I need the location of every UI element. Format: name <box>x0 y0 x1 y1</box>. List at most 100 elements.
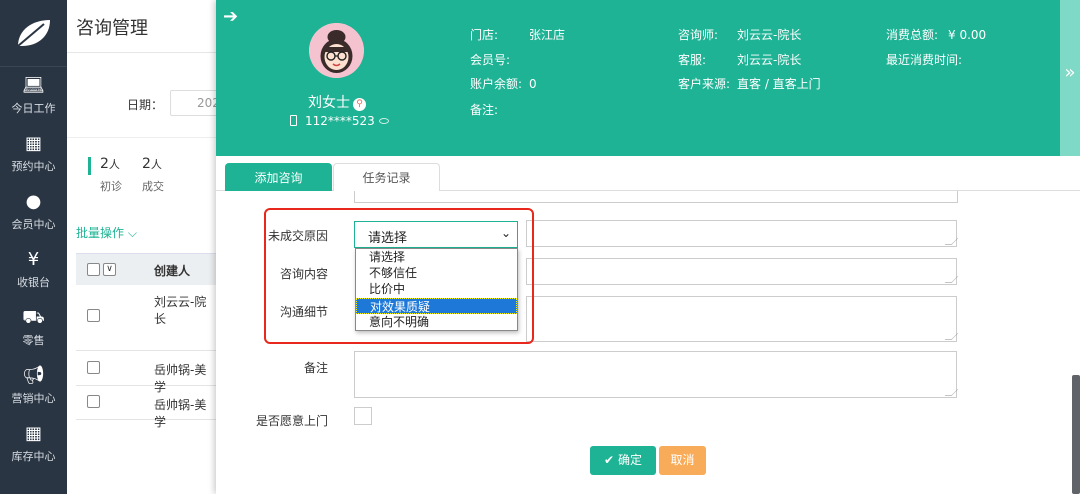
creator-cell: 岳帅锅-美学 <box>154 398 207 429</box>
nav-label: 收银台 <box>17 276 50 289</box>
nav-inventory[interactable]: ▦ 库存中心 <box>0 415 67 473</box>
dropdown-option[interactable]: 比价中 <box>356 281 517 297</box>
customer-name-text: 刘女士 <box>308 95 350 111</box>
dropdown-option[interactable]: 不够信任 <box>356 265 517 281</box>
info-service: 客服: 刘云云-院长 <box>678 51 801 68</box>
info-value: 张江店 <box>529 28 566 42</box>
avatar-illustration <box>309 23 364 78</box>
phone-text: 112****523 <box>305 114 375 128</box>
eye-icon[interactable] <box>378 118 389 124</box>
info-value: 刘云云-院长 <box>737 53 802 67</box>
table-row: 岳帅锅-美学 <box>76 386 217 429</box>
consultation-content-field[interactable] <box>526 258 959 285</box>
dropdown-option-highlighted[interactable]: 对效果质疑 <box>356 297 517 314</box>
content-label: 咨询内容 <box>279 267 328 281</box>
info-label: 备注: <box>470 103 499 117</box>
stat-unit: 人 <box>108 158 120 171</box>
cancel-button[interactable]: 取消 <box>659 446 706 475</box>
resize-grip-icon <box>944 389 959 396</box>
consultation-drawer: ➔ 刘女士 ⚲ 112****523 门店: 张江店 会员号: 账户余额: 0 备注:… <box>216 0 1080 494</box>
info-member-no: 会员号: <box>470 51 529 68</box>
stat-label: 初诊 <box>100 180 122 193</box>
info-label: 消费总额: <box>886 28 939 42</box>
check-icon: ✔ <box>604 453 615 467</box>
detail-label: 沟通细节 <box>279 305 328 319</box>
info-consultant: 咨询师: 刘云云-院长 <box>678 26 801 43</box>
batch-label: 批量操作 <box>76 226 125 240</box>
tab-task-records[interactable]: 任务记录 <box>333 163 440 191</box>
stat-deal: 2人 成交 <box>142 156 164 194</box>
customer-phone: 112****523 <box>290 114 389 128</box>
reason-select-value: 请选择 <box>368 231 408 246</box>
stat-first-visit: 2人 初诊 <box>100 156 122 194</box>
scrollbar[interactable] <box>1072 375 1080 494</box>
nav-label: 营销中心 <box>11 392 56 405</box>
column-header-creator: 创建人 <box>154 264 191 278</box>
arrow-right-icon[interactable]: ➔ <box>223 6 238 27</box>
dropdown-option[interactable]: 请选择 <box>356 249 517 265</box>
resize-grip-icon <box>944 276 959 283</box>
expand-panel[interactable]: » <box>1060 0 1080 156</box>
nav-label: 预约中心 <box>11 160 56 173</box>
grid-icon: ▦ <box>24 423 42 444</box>
customer-name: 刘女士 ⚲ <box>308 92 366 112</box>
page-title: 咨询管理 <box>76 18 148 39</box>
info-label: 门店: <box>470 28 499 42</box>
nav-today-work[interactable]: 💻︎ 今日工作 <box>0 67 67 125</box>
previous-field[interactable] <box>354 191 958 203</box>
chevron-down-icon: ⌄ <box>500 226 511 240</box>
info-source: 客户来源: 直客 / 直客上门 <box>678 75 821 92</box>
nav-label: 今日工作 <box>11 102 56 115</box>
nav-appointments[interactable]: ▦ 预约中心 <box>0 125 67 183</box>
batch-actions-dropdown[interactable]: 批量操作 ⌵ <box>76 224 137 241</box>
visit-checkbox[interactable] <box>354 407 372 425</box>
info-store: 门店: 张江店 <box>470 26 565 43</box>
creator-cell: 刘云云-院长 <box>154 295 207 326</box>
double-chevron-right-icon: » <box>1064 62 1076 83</box>
info-label: 客服: <box>678 53 707 67</box>
reason-label: 未成交原因 <box>267 229 328 243</box>
row-checkbox[interactable] <box>87 395 100 408</box>
laptop-icon: 💻︎ <box>22 75 45 96</box>
info-note: 备注: <box>470 101 529 118</box>
info-label: 最近消费时间: <box>886 53 963 67</box>
reason-extra-field[interactable] <box>526 220 959 247</box>
nav-members[interactable]: ● 会员中心 <box>0 183 67 241</box>
yen-icon: ¥ <box>27 249 40 270</box>
dropdown-option[interactable]: 意向不明确 <box>356 314 517 330</box>
megaphone-icon: 📢︎ <box>22 365 45 386</box>
reason-select[interactable]: 请选择 ⌄ <box>354 221 518 248</box>
cart-icon: ⛟ <box>22 307 45 328</box>
confirm-button[interactable]: ✔ 确定 <box>590 446 656 475</box>
info-label: 客户来源: <box>678 77 731 91</box>
communication-detail-field[interactable] <box>526 296 959 342</box>
nav-cashier[interactable]: ¥ 收银台 <box>0 241 67 299</box>
nav-marketing[interactable]: 📢︎ 营销中心 <box>0 357 67 415</box>
resize-grip-icon <box>944 333 959 340</box>
select-all-checkbox[interactable] <box>87 263 100 276</box>
leaf-logo-icon <box>16 20 50 47</box>
visit-label: 是否愿意上门 <box>255 414 328 428</box>
calendar-icon: ▦ <box>24 133 42 154</box>
info-value: 0 <box>529 77 537 91</box>
divider <box>67 52 217 53</box>
info-last-spend: 最近消费时间: <box>886 51 962 68</box>
stat-unit: 人 <box>150 158 162 171</box>
row-checkbox[interactable] <box>87 309 100 322</box>
app-logo[interactable] <box>0 0 67 67</box>
nav-retail[interactable]: ⛟ 零售 <box>0 299 67 357</box>
table-header: ∨ 创建人 <box>76 253 217 285</box>
nav-label: 零售 <box>22 334 45 347</box>
table-row: 岳帅锅-美学 <box>76 351 217 394</box>
chevron-down-icon[interactable]: ∨ <box>103 263 116 276</box>
resize-grip-icon <box>944 238 959 245</box>
info-value: 直客 / 直客上门 <box>737 77 821 91</box>
stat-value: 2 <box>142 156 151 172</box>
table-row: 刘云云-院长 <box>76 285 217 351</box>
info-label: 咨询师: <box>678 28 719 42</box>
note-field[interactable] <box>354 351 959 398</box>
tab-add-consultation[interactable]: 添加咨询 <box>225 163 332 191</box>
search-icon[interactable]: ⚲ <box>353 98 366 111</box>
row-checkbox[interactable] <box>87 361 100 374</box>
date-label: 日期： <box>127 98 164 112</box>
